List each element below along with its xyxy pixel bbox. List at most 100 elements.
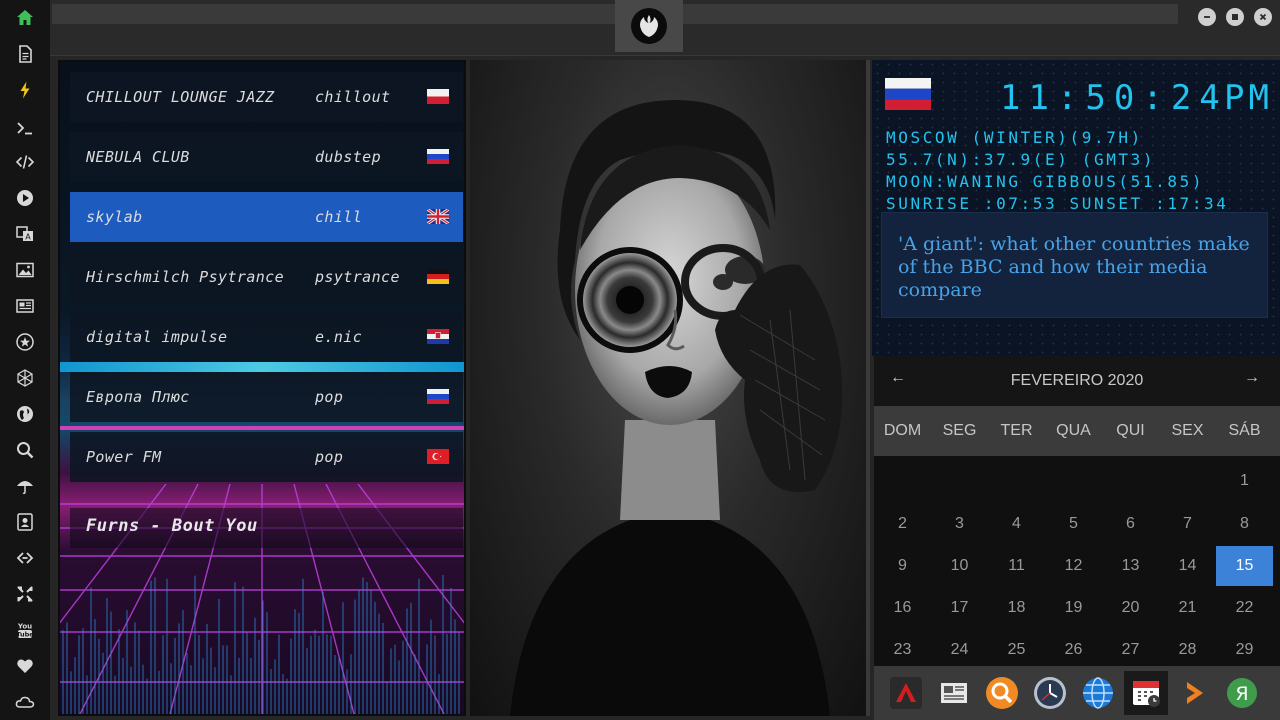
search-icon[interactable]	[13, 438, 37, 462]
station-item[interactable]: Power FM pop	[70, 432, 463, 482]
rebel-alliance-icon	[631, 8, 667, 44]
calendar-day[interactable]: 27	[1102, 630, 1159, 670]
station-name: Hirschmilch Psytrance	[86, 268, 285, 286]
calendar-day[interactable]: 2	[874, 504, 931, 544]
logo-tab[interactable]	[615, 0, 683, 52]
hexagon-icon[interactable]	[13, 366, 37, 390]
yandex-icon[interactable]: Я	[1220, 671, 1264, 715]
croatia-flag-icon	[427, 329, 449, 344]
star-badge-icon[interactable]	[13, 330, 37, 354]
weekday-label: TER	[1000, 422, 1033, 439]
weekday-label: QUA	[1056, 422, 1091, 439]
calendar-day[interactable]: 3	[931, 504, 988, 544]
calendar-day[interactable]: 12	[1045, 546, 1102, 586]
heart-icon[interactable]	[13, 654, 37, 678]
wallpaper-photo	[470, 60, 870, 716]
calendar-day[interactable]: 24	[931, 630, 988, 670]
close-icon	[1259, 13, 1267, 21]
calendar-day[interactable]: 11	[988, 546, 1045, 586]
play-arrow-app-icon[interactable]	[1172, 671, 1216, 715]
calendar-day[interactable]: 25	[988, 630, 1045, 670]
news-headline[interactable]: 'A giant': what other countries make of …	[898, 233, 1250, 301]
youtube-icon[interactable]: You Tube	[13, 618, 37, 642]
calendar-day[interactable]: 17	[931, 588, 988, 628]
expand-icon[interactable]	[13, 582, 37, 606]
chevron-right-icon[interactable]: →	[1244, 369, 1260, 387]
station-genre: chillout	[315, 88, 391, 106]
calendar-day[interactable]: 9	[874, 546, 931, 586]
translate-icon[interactable]: A	[13, 222, 37, 246]
app-dock: Я	[874, 666, 1280, 720]
now-playing-title: Furns - Bout You	[86, 516, 258, 536]
station-genre: e.nic	[315, 328, 363, 346]
station-item[interactable]: digital impulse e.nic	[70, 312, 463, 362]
link-icon[interactable]	[13, 546, 37, 570]
calendar-day[interactable]: 4	[988, 504, 1045, 544]
news-ticker[interactable]: 'A giant': what other countries make of …	[881, 212, 1268, 318]
calendar-day[interactable]: 8	[1216, 504, 1273, 544]
station-item[interactable]: Hirschmilch Psytrance psytrance	[70, 252, 463, 302]
calendar-day[interactable]: 16	[874, 588, 931, 628]
globe-icon[interactable]	[13, 402, 37, 426]
portrait-image	[510, 100, 843, 716]
contact-card-icon[interactable]	[13, 510, 37, 534]
globe-browser-icon[interactable]	[1076, 671, 1120, 715]
calendar-day[interactable]: 23	[874, 630, 931, 670]
calendar-day[interactable]: 26	[1045, 630, 1102, 670]
calendar-day[interactable]: 19	[1045, 588, 1102, 628]
weekday-label: SÁB	[1228, 422, 1261, 439]
umbrella-icon[interactable]	[13, 474, 37, 498]
desktop: A You Tube CHILLOUT LOUNGE JAZZ chillout…	[0, 0, 1280, 720]
station-item[interactable]: NEBULA CLUB dubstep	[70, 132, 463, 182]
station-genre: pop	[315, 388, 344, 406]
home-icon[interactable]	[13, 6, 37, 30]
calendar-day[interactable]: 5	[1045, 504, 1102, 544]
calendar-day[interactable]: 1	[1216, 461, 1273, 501]
maximize-button[interactable]	[1226, 8, 1244, 26]
station-item[interactable]: Европа Плюс pop	[70, 372, 463, 422]
news-reader-icon[interactable]	[932, 671, 976, 715]
station-name: digital impulse	[86, 328, 228, 346]
calendar-day[interactable]: 29	[1216, 630, 1273, 670]
station-item[interactable]: CHILLOUT LOUNGE JAZZ chillout	[70, 72, 463, 122]
calendar-day[interactable]: 28	[1159, 630, 1216, 670]
cloud-icon[interactable]	[13, 690, 37, 714]
calendar-app-icon[interactable]	[1124, 671, 1168, 715]
calendar-widget: ← FEVEREIRO 2020 → DOM SEG TER QUA QUI S…	[874, 356, 1280, 666]
calendar-weekdays: DOM SEG TER QUA QUI SEX SÁB	[874, 406, 1280, 456]
calendar-day[interactable]: 18	[988, 588, 1045, 628]
russia-flag-icon	[427, 149, 449, 164]
svg-text:Tube: Tube	[16, 631, 34, 639]
chevron-left-icon[interactable]: ←	[890, 369, 906, 387]
russia-flag-icon	[427, 389, 449, 404]
calendar-day[interactable]: 14	[1159, 546, 1216, 586]
close-button[interactable]	[1254, 8, 1272, 26]
turkey-flag-icon	[427, 449, 449, 464]
terminal-icon[interactable]	[13, 116, 37, 140]
image-icon[interactable]	[13, 258, 37, 282]
clock-app-icon[interactable]	[1028, 671, 1072, 715]
russia-flag-icon	[885, 78, 931, 110]
calendar-day[interactable]: 6	[1102, 504, 1159, 544]
calendar-day[interactable]: 7	[1159, 504, 1216, 544]
calendar-day[interactable]: 13	[1102, 546, 1159, 586]
code-icon[interactable]	[13, 150, 37, 174]
calendar-day[interactable]: 22	[1216, 588, 1273, 628]
magnifier-app-icon[interactable]	[980, 671, 1024, 715]
document-icon[interactable]	[13, 42, 37, 66]
poland-flag-icon	[427, 89, 449, 104]
minimize-button[interactable]	[1198, 8, 1216, 26]
world-clock-widget: 11:50:24 PM MOSCOW (WINTER)(9.7H) 55.7(N…	[872, 60, 1280, 356]
horizon-line	[60, 362, 464, 372]
red-triangle-app-icon[interactable]	[884, 671, 928, 715]
calendar-day[interactable]: 21	[1159, 588, 1216, 628]
calendar-day[interactable]: 10	[931, 546, 988, 586]
calendar-day[interactable]: 15	[1216, 546, 1273, 586]
calendar-day[interactable]: 20	[1102, 588, 1159, 628]
station-item[interactable]: skylab chill	[70, 192, 463, 242]
lightning-icon[interactable]	[13, 78, 37, 102]
app-sidebar: A You Tube	[0, 0, 50, 720]
clock-time: 11:50:24	[1000, 78, 1228, 118]
play-icon[interactable]	[13, 186, 37, 210]
newspaper-icon[interactable]	[13, 294, 37, 318]
